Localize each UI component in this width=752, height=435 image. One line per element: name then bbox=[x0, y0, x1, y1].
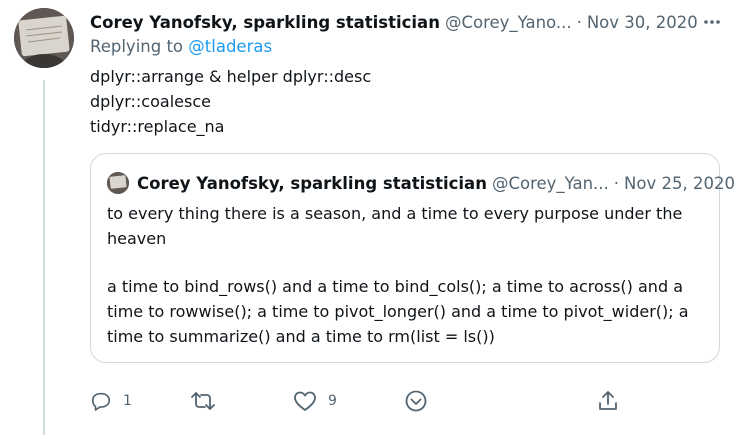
thread-line bbox=[43, 80, 45, 435]
tweet-text: dplyr::arrange & helper dplyr::desc dply… bbox=[90, 64, 710, 139]
author-name[interactable]: Corey Yanofsky, sparkling statistician bbox=[90, 13, 440, 32]
reply-count: 1 bbox=[123, 393, 132, 409]
like-count: 9 bbox=[328, 393, 337, 409]
action-bar: 1 9 bbox=[90, 388, 630, 414]
reply-button[interactable]: 1 bbox=[90, 388, 132, 414]
quote-author-handle: @Corey_Yan... bbox=[491, 173, 609, 193]
reply-icon bbox=[90, 390, 112, 412]
tweet-line: tidyr::replace_na bbox=[90, 117, 225, 136]
avatar-image bbox=[14, 8, 74, 68]
tweet-date[interactable]: Nov 30, 2020 bbox=[587, 13, 698, 32]
quote-header: Corey Yanofsky, sparkling statistician @… bbox=[137, 171, 735, 195]
replying-prefix: Replying to bbox=[90, 37, 184, 56]
quote-text: to every thing there is a season, and a … bbox=[107, 201, 707, 349]
bookmark-button[interactable] bbox=[404, 388, 428, 414]
like-button[interactable]: 9 bbox=[293, 388, 337, 414]
author-handle[interactable]: @Corey_Yano... bbox=[445, 13, 572, 32]
quote-paragraph: a time to bind_rows() and a time to bind… bbox=[107, 277, 689, 346]
separator-dot: · bbox=[576, 12, 582, 32]
quote-avatar bbox=[107, 172, 129, 194]
separator-dot: · bbox=[613, 173, 620, 193]
quote-date: Nov 25, 2020 bbox=[624, 173, 735, 193]
retweet-button[interactable] bbox=[190, 388, 227, 414]
more-horizontal-icon[interactable] bbox=[700, 10, 724, 34]
quoted-tweet[interactable]: Corey Yanofsky, sparkling statistician @… bbox=[90, 153, 735, 363]
avatar[interactable] bbox=[14, 8, 74, 68]
tweet-line: dplyr::coalesce bbox=[90, 92, 211, 111]
quote-paragraph: to every thing there is a season, and a … bbox=[107, 204, 683, 248]
share-button[interactable] bbox=[597, 388, 619, 414]
tweet-line: dplyr::arrange & helper dplyr::desc bbox=[90, 67, 372, 86]
tweet-header: Corey Yanofsky, sparkling statistician @… bbox=[90, 10, 698, 34]
share-icon bbox=[597, 389, 619, 413]
replying-to: Replying to @tladeras bbox=[90, 37, 272, 56]
mention-link[interactable]: @tladeras bbox=[188, 37, 272, 56]
retweet-icon bbox=[190, 390, 216, 412]
quote-author-name: Corey Yanofsky, sparkling statistician bbox=[137, 173, 487, 193]
bookmark-icon bbox=[404, 389, 428, 413]
heart-icon bbox=[293, 390, 317, 412]
